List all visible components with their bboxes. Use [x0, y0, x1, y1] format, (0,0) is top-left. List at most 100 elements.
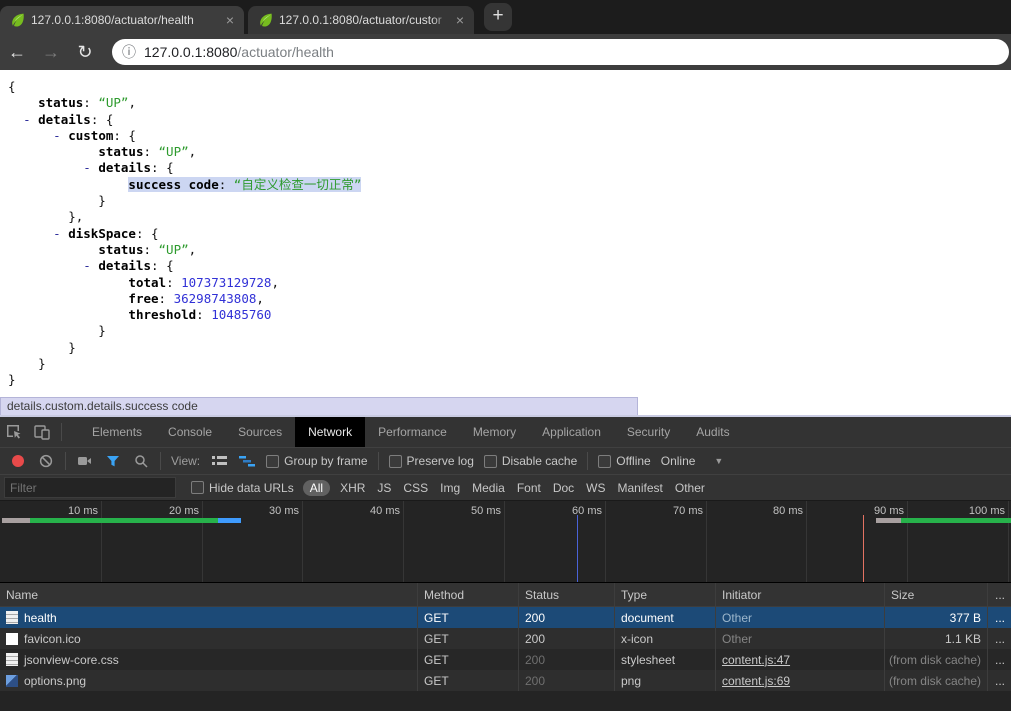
column-header-size[interactable]: Size [884, 583, 987, 606]
forward-button[interactable]: → [34, 42, 68, 63]
clear-icon[interactable] [32, 454, 60, 468]
filter-chip-img[interactable]: Img [440, 481, 460, 495]
filter-input[interactable] [4, 477, 176, 498]
filter-chip-manifest[interactable]: Manifest [618, 481, 663, 495]
load-marker [863, 515, 864, 582]
json-line: - diskSpace: { [8, 226, 1011, 242]
chevron-down-icon[interactable]: ▼ [714, 456, 723, 466]
site-info-icon[interactable]: ⓘ [122, 42, 136, 62]
initiator-text: Other [722, 632, 752, 646]
table-row[interactable]: options.pngGET200pngcontent.js:69(from d… [0, 670, 1011, 691]
tab-close-icon[interactable]: × [452, 12, 468, 28]
new-tab-button[interactable]: + [484, 3, 512, 31]
browser-tab-health[interactable]: 127.0.0.1:8080/actuator/health × [0, 6, 244, 34]
document-icon [6, 653, 18, 666]
filter-chip-ws[interactable]: WS [586, 481, 605, 495]
devtools-tab-audits[interactable]: Audits [683, 417, 742, 447]
network-table-body: healthGET200documentOther377 B...favicon… [0, 607, 1011, 691]
checkbox-icon[interactable] [598, 455, 611, 468]
filter-chip-font[interactable]: Font [517, 481, 541, 495]
json-token: : { [91, 112, 114, 127]
column-header-name[interactable]: Name [0, 583, 417, 606]
filter-icon[interactable] [99, 455, 127, 468]
json-token: { [8, 79, 16, 94]
column-header-method[interactable]: Method [417, 583, 518, 606]
json-token: details [98, 258, 151, 273]
filter-chip-css[interactable]: CSS [403, 481, 428, 495]
json-line: - details: { [8, 112, 1011, 128]
more-cell: ... [987, 649, 1011, 670]
devtools-tab-console[interactable]: Console [155, 417, 225, 447]
column-header-status[interactable]: Status [518, 583, 614, 606]
resource-type-filters: All XHR JS CSS Img Media Font Doc WS Manifest Othe… [299, 480, 711, 496]
checkbox-icon[interactable] [389, 455, 402, 468]
filter-chip-xhr[interactable]: XHR [340, 481, 365, 495]
devtools-tab-network[interactable]: Network [295, 417, 365, 447]
device-toolbar-icon[interactable] [28, 424, 56, 440]
timeline-tick-label: 100 ms [935, 505, 1005, 517]
waterfall-icon[interactable] [233, 455, 261, 467]
network-overview-timeline[interactable]: 10 ms20 ms30 ms40 ms50 ms60 ms70 ms80 ms… [0, 500, 1011, 583]
json-token [8, 307, 128, 322]
size-cell: (from disk cache) [884, 649, 987, 670]
filter-chip-js[interactable]: JS [377, 481, 391, 495]
devtools-tab-sources[interactable]: Sources [225, 417, 295, 447]
filter-chip-media[interactable]: Media [472, 481, 505, 495]
capture-screenshots-icon[interactable] [71, 455, 99, 467]
record-button[interactable] [12, 455, 24, 467]
address-bar[interactable]: ⓘ 127.0.0.1:8080/actuator/health [112, 39, 1009, 65]
json-token: - [23, 112, 38, 127]
devtools-tab-elements[interactable]: Elements [79, 417, 155, 447]
disable-cache-checkbox[interactable]: Disable cache [484, 454, 577, 468]
search-icon[interactable] [127, 454, 155, 468]
status-cell: 200 [518, 670, 614, 691]
json-token [8, 112, 23, 127]
devtools-tab-performance[interactable]: Performance [365, 417, 460, 447]
timeline-tick-label: 20 ms [129, 505, 199, 517]
waterfall-segment-gray [2, 518, 30, 523]
table-row[interactable]: favicon.icoGET200x-iconOther1.1 KB... [0, 628, 1011, 649]
spring-leaf-favicon [10, 12, 26, 28]
json-line: - details: { [8, 160, 1011, 176]
initiator-link[interactable]: content.js:69 [722, 674, 790, 688]
checkbox-icon[interactable] [266, 455, 279, 468]
reload-button[interactable]: ↻ [68, 42, 102, 63]
timeline-gridline [1008, 501, 1009, 582]
json-token: free [128, 291, 158, 306]
filter-chip-all[interactable]: All [303, 480, 330, 496]
column-header-[interactable]: ... [987, 583, 1011, 606]
devtools-tabs: ElementsConsoleSourcesNetworkPerformance… [79, 417, 743, 447]
column-header-initiator[interactable]: Initiator [715, 583, 884, 606]
devtools-tab-application[interactable]: Application [529, 417, 614, 447]
view-list-icon[interactable] [205, 455, 233, 467]
url-text: 127.0.0.1:8080/actuator/health [144, 44, 334, 60]
preserve-log-checkbox[interactable]: Preserve log [389, 454, 474, 468]
filter-chip-doc[interactable]: Doc [553, 481, 574, 495]
checkbox-icon[interactable] [484, 455, 497, 468]
status-cell: 200 [518, 649, 614, 670]
group-by-frame-checkbox[interactable]: Group by frame [266, 454, 367, 468]
view-label: View: [171, 454, 200, 468]
tab-close-icon[interactable]: × [222, 12, 238, 28]
filter-chip-other[interactable]: Other [675, 481, 705, 495]
devtools-tab-security[interactable]: Security [614, 417, 683, 447]
offline-checkbox[interactable]: Offline [598, 454, 650, 468]
throttling-select[interactable]: Online [661, 454, 696, 468]
divider [587, 452, 588, 470]
initiator-link[interactable]: content.js:47 [722, 653, 790, 667]
json-token: : [166, 275, 181, 290]
timeline-tick-label: 30 ms [229, 505, 299, 517]
hide-data-urls-checkbox[interactable]: Hide data URLs [191, 481, 294, 495]
table-row[interactable]: healthGET200documentOther377 B... [0, 607, 1011, 628]
table-row[interactable]: jsonview-core.cssGET200stylesheetcontent… [0, 649, 1011, 670]
checkbox-icon[interactable] [191, 481, 204, 494]
devtools-panel: ElementsConsoleSourcesNetworkPerformance… [0, 415, 1011, 711]
browser-tab-custom[interactable]: 127.0.0.1:8080/actuator/custor × [248, 6, 474, 34]
back-button[interactable]: ← [0, 42, 34, 63]
status-cell: 200 [518, 628, 614, 649]
json-line: status: “UP”, [8, 242, 1011, 258]
more-cell: ... [987, 628, 1011, 649]
column-header-type[interactable]: Type [614, 583, 715, 606]
devtools-tab-memory[interactable]: Memory [460, 417, 529, 447]
inspect-element-icon[interactable] [0, 424, 28, 440]
